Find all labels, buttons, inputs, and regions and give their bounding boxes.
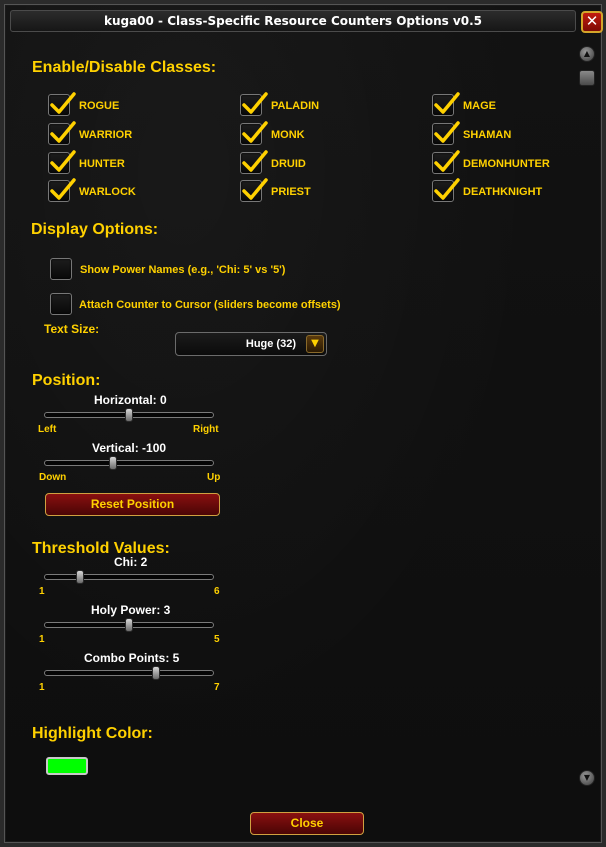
combo-points-min-label: 1 — [39, 682, 45, 693]
scrollbar-thumb[interactable] — [579, 70, 595, 86]
combo-points-slider-thumb[interactable] — [152, 666, 160, 680]
class-label-rogue: ROGUE — [79, 100, 120, 112]
horizontal-slider-label: Horizontal: 0 — [94, 393, 167, 407]
vertical-slider[interactable] — [44, 460, 214, 466]
class-label-priest: PRIEST — [271, 186, 311, 198]
show-power-names-checkbox[interactable] — [50, 258, 72, 280]
combo-points-slider-label: Combo Points: 5 — [84, 651, 180, 665]
horizontal-slider-thumb[interactable] — [125, 408, 133, 422]
vertical-slider-label: Vertical: -100 — [92, 441, 167, 455]
scroll-down-button[interactable]: ▼ — [579, 770, 595, 786]
class-checkbox-hunter[interactable] — [48, 150, 76, 174]
class-label-monk: MONK — [271, 129, 305, 141]
checkmark-icon — [50, 92, 76, 114]
vertical-max-label: Up — [207, 472, 221, 483]
checkmark-icon — [434, 178, 460, 200]
class-checkbox-warrior[interactable] — [48, 121, 76, 145]
checkmark-icon — [50, 150, 76, 172]
checkmark-icon — [242, 178, 268, 200]
class-checkbox-warlock[interactable] — [48, 178, 76, 202]
holy-power-slider-thumb[interactable] — [125, 618, 133, 632]
class-label-hunter: HUNTER — [79, 158, 125, 170]
class-label-shaman: SHAMAN — [463, 129, 512, 141]
class-label-deathknight: DEATHKNIGHT — [463, 186, 543, 198]
class-label-demonhunter: DEMONHUNTER — [463, 158, 550, 170]
text-size-dropdown[interactable]: Huge (32) ▼ — [175, 332, 327, 356]
checkmark-icon — [434, 121, 460, 143]
title-bar[interactable]: kuga00 - Class-Specific Resource Counter… — [10, 10, 576, 32]
holy-power-min-label: 1 — [39, 634, 45, 645]
chi-slider-thumb[interactable] — [76, 570, 85, 584]
class-checkbox-monk[interactable] — [240, 121, 268, 145]
attach-cursor-checkbox[interactable] — [50, 293, 72, 315]
checkmark-icon — [242, 92, 268, 114]
class-label-warrior: WARRIOR — [79, 129, 133, 141]
checkmark-icon — [242, 121, 268, 143]
class-checkbox-deathknight[interactable] — [432, 178, 460, 202]
class-checkbox-rogue[interactable] — [48, 92, 76, 116]
class-label-mage: MAGE — [463, 100, 496, 112]
checkmark-icon — [50, 178, 76, 200]
close-icon[interactable]: ✕ — [581, 11, 603, 33]
checkmark-icon — [434, 150, 460, 172]
checkmark-icon — [50, 121, 76, 143]
chi-min-label: 1 — [39, 586, 45, 597]
section-heading-display: Display Options: — [31, 221, 159, 238]
close-button[interactable]: Close — [250, 812, 364, 835]
section-heading-position: Position: — [32, 372, 101, 389]
combo-points-max-label: 7 — [214, 682, 220, 693]
holy-power-max-label: 5 — [214, 634, 220, 645]
reset-position-button[interactable]: Reset Position — [45, 493, 220, 516]
attach-cursor-label: Attach Counter to Cursor (sliders become… — [79, 299, 341, 311]
show-power-names-label: Show Power Names (e.g., 'Chi: 5' vs '5') — [80, 264, 286, 276]
class-label-warlock: WARLOCK — [79, 186, 136, 198]
window-title: kuga00 - Class-Specific Resource Counter… — [103, 14, 483, 28]
section-heading-highlight: Highlight Color: — [32, 725, 153, 742]
class-label-druid: DRUID — [271, 158, 306, 170]
chi-slider-label: Chi: 2 — [114, 555, 148, 569]
section-heading-classes: Enable/Disable Classes: — [32, 59, 217, 76]
chevron-down-icon[interactable]: ▼ — [306, 335, 324, 353]
class-checkbox-druid[interactable] — [240, 150, 268, 174]
vertical-slider-thumb[interactable] — [108, 456, 117, 470]
class-label-paladin: PALADIN — [271, 100, 320, 112]
horizontal-max-label: Right — [193, 424, 219, 435]
combo-points-slider[interactable] — [44, 670, 214, 676]
text-size-label: Text Size: — [44, 322, 100, 336]
holy-power-slider-label: Holy Power: 3 — [91, 603, 171, 617]
text-size-value: Huge (32) — [245, 338, 296, 350]
class-checkbox-shaman[interactable] — [432, 121, 460, 145]
scroll-up-button[interactable]: ▲ — [579, 46, 595, 62]
horizontal-min-label: Left — [38, 424, 57, 435]
class-checkbox-demonhunter[interactable] — [432, 150, 460, 174]
checkmark-icon — [434, 92, 460, 114]
class-checkbox-paladin[interactable] — [240, 92, 268, 116]
options-window: kuga00 - Class-Specific Resource Counter… — [0, 0, 606, 847]
class-checkbox-priest[interactable] — [240, 178, 268, 202]
chi-max-label: 6 — [214, 586, 220, 597]
class-checkbox-mage[interactable] — [432, 92, 460, 116]
vertical-min-label: Down — [39, 472, 67, 483]
section-heading-threshold: Threshold Values: — [32, 540, 170, 557]
chi-slider[interactable] — [44, 574, 214, 580]
checkmark-icon — [242, 150, 268, 172]
highlight-color-swatch[interactable] — [46, 757, 88, 775]
